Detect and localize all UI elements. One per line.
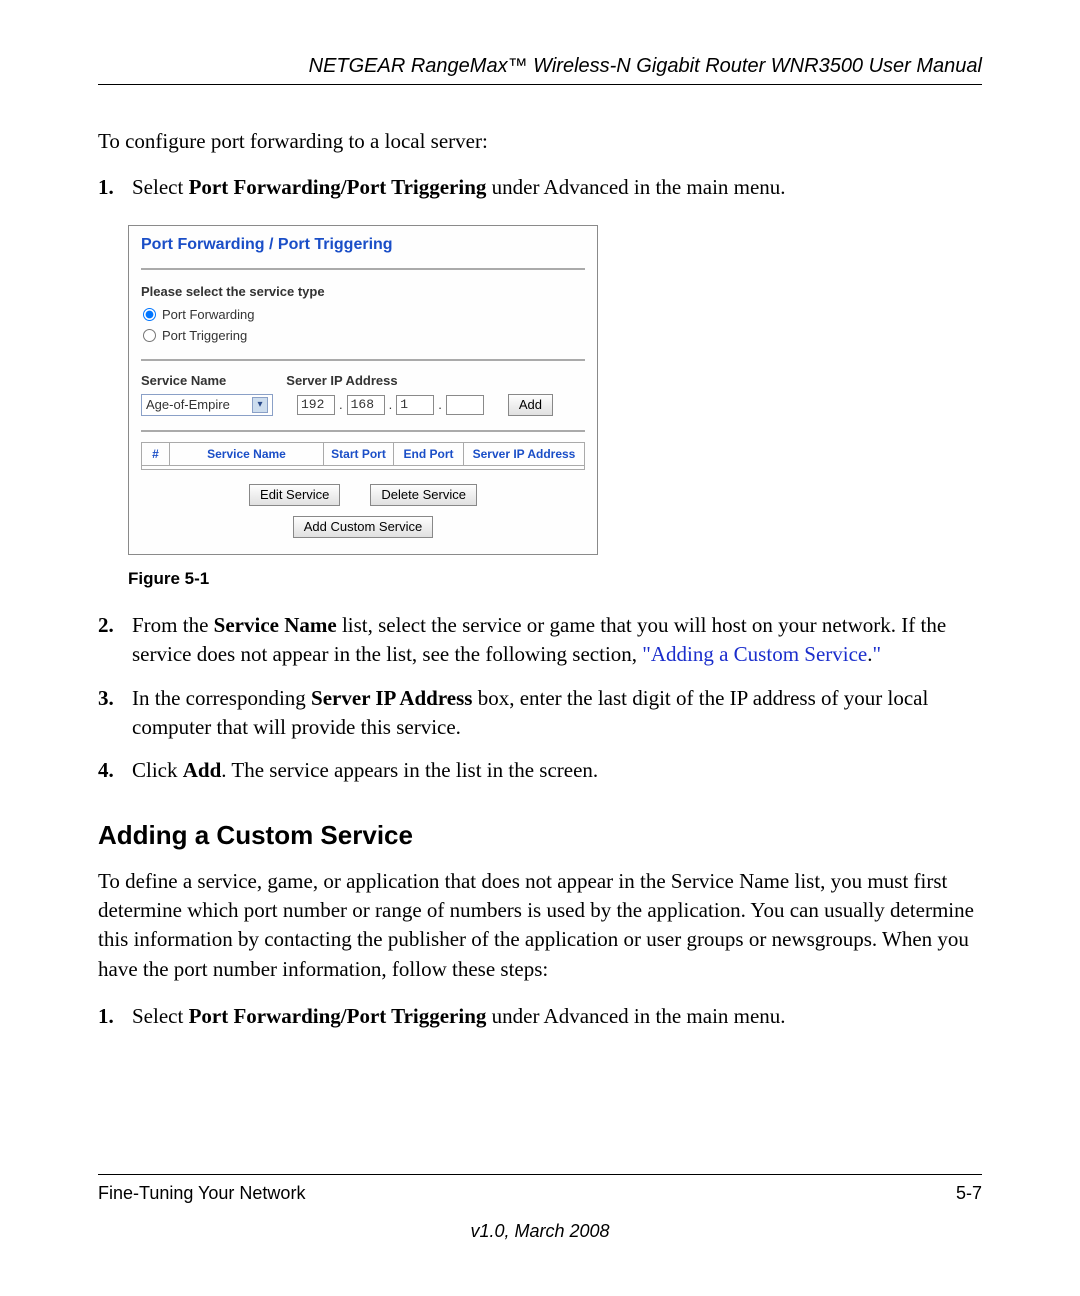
step-number: 2. [98, 611, 132, 670]
screenshot-panel: Port Forwarding / Port Triggering Please… [128, 225, 598, 555]
port-forwarding-radio[interactable] [143, 308, 156, 321]
screenshot-title: Port Forwarding / Port Triggering [141, 236, 585, 270]
step-item: 1.Select Port Forwarding/Port Triggering… [98, 1002, 982, 1031]
chevron-down-icon[interactable]: ▾ [252, 397, 268, 413]
step-item: 2.From the Service Name list, select the… [98, 611, 982, 670]
port-forwarding-label: Port Forwarding [162, 307, 254, 322]
step-number: 4. [98, 756, 132, 785]
add-custom-service-button[interactable]: Add Custom Service [293, 516, 434, 538]
col-end-port: End Port [394, 443, 464, 465]
footer-page: 5-7 [956, 1183, 982, 1204]
delete-service-button[interactable]: Delete Service [370, 484, 477, 506]
footer-version: v1.0, March 2008 [0, 1221, 1080, 1242]
step-text: In the corresponding Server IP Address b… [132, 684, 982, 743]
step-item: 1.Select Port Forwarding/Port Triggering… [98, 173, 982, 202]
ip-octet-2[interactable]: 168 [347, 395, 385, 415]
step-item: 4.Click Add. The service appears in the … [98, 756, 982, 785]
section-para: To define a service, game, or applicatio… [98, 867, 982, 985]
server-ip-label: Server IP Address [286, 373, 397, 388]
step-text: Select Port Forwarding/Port Triggering u… [132, 173, 982, 202]
step-number: 1. [98, 173, 132, 202]
page-footer: Fine-Tuning Your Network 5-7 [98, 1174, 982, 1204]
figure-caption: Figure 5-1 [128, 569, 982, 589]
service-type-label: Please select the service type [141, 284, 585, 299]
ip-octet-1[interactable]: 192 [297, 395, 335, 415]
step-number: 3. [98, 684, 132, 743]
add-button[interactable]: Add [508, 394, 553, 416]
col-start-port: Start Port [324, 443, 394, 465]
port-triggering-label: Port Triggering [162, 328, 247, 343]
step-number: 1. [98, 1002, 132, 1031]
service-name-label: Service Name [141, 373, 226, 388]
services-table-body [141, 466, 585, 470]
section-heading: Adding a Custom Service [98, 820, 982, 851]
service-name-value: Age-of-Empire [146, 397, 230, 412]
service-name-select[interactable]: Age-of-Empire ▾ [141, 394, 273, 416]
step-text: From the Service Name list, select the s… [132, 611, 982, 670]
port-triggering-radio[interactable] [143, 329, 156, 342]
step-text: Click Add. The service appears in the li… [132, 756, 982, 785]
intro-text: To configure port forwarding to a local … [98, 127, 982, 155]
page-header: NETGEAR RangeMax™ Wireless-N Gigabit Rou… [98, 55, 982, 85]
ip-octet-4[interactable] [446, 395, 484, 415]
footer-section: Fine-Tuning Your Network [98, 1183, 305, 1204]
figure-block: Port Forwarding / Port Triggering Please… [128, 225, 982, 589]
ip-octet-3[interactable]: 1 [396, 395, 434, 415]
col-number: # [142, 443, 170, 465]
col-server-ip: Server IP Address [464, 443, 584, 465]
edit-service-button[interactable]: Edit Service [249, 484, 340, 506]
col-service-name: Service Name [170, 443, 324, 465]
services-table-header: # Service Name Start Port End Port Serve… [141, 442, 585, 466]
step-item: 3.In the corresponding Server IP Address… [98, 684, 982, 743]
step-text: Select Port Forwarding/Port Triggering u… [132, 1002, 982, 1031]
